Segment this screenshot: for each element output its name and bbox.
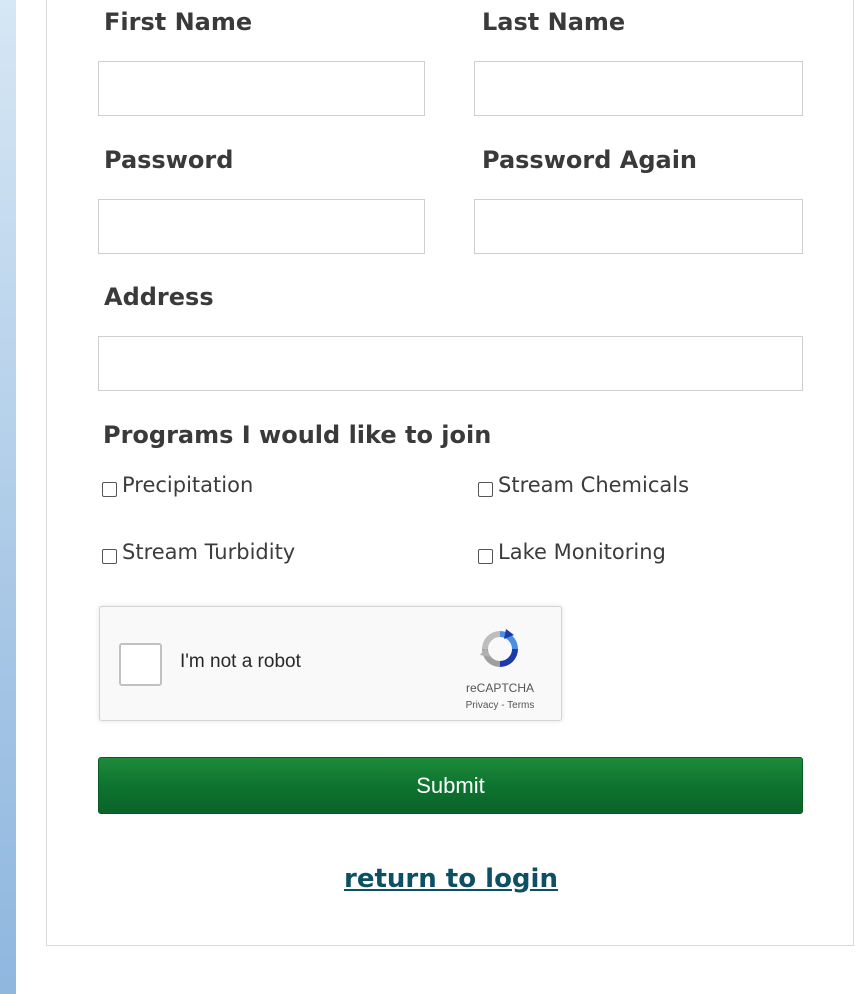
checkbox[interactable]: [478, 481, 493, 497]
recaptcha-checkbox[interactable]: [119, 643, 162, 686]
checkbox[interactable]: [102, 481, 117, 497]
address-label: Address: [104, 283, 214, 311]
checkbox[interactable]: [102, 548, 117, 564]
program-option-label: Stream Chemicals: [498, 473, 690, 497]
submit-button[interactable]: Submit: [98, 757, 803, 814]
password-label: Password: [104, 146, 234, 174]
last-name-input[interactable]: [474, 61, 803, 116]
programs-heading: Programs I would like to join: [103, 421, 492, 449]
recaptcha-label: I'm not a robot: [180, 651, 301, 672]
program-option-stream-turbidity[interactable]: Stream Turbidity: [102, 540, 295, 564]
recaptcha-widget: I'm not a robot reCAPTCHA Privacy - Term…: [99, 606, 562, 721]
program-option-label: Precipitation: [122, 473, 254, 497]
recaptcha-logo-icon: [480, 629, 518, 667]
return-to-login-link[interactable]: return to login: [0, 864, 866, 894]
last-name-label: Last Name: [482, 8, 626, 36]
password-again-input[interactable]: [474, 199, 803, 254]
program-option-label: Lake Monitoring: [498, 540, 666, 564]
checkbox[interactable]: [478, 548, 493, 564]
address-input[interactable]: [98, 336, 803, 391]
recaptcha-brand: reCAPTCHA: [465, 681, 534, 695]
first-name-input[interactable]: [98, 61, 425, 116]
window-edge: [0, 0, 16, 994]
first-name-label: First Name: [104, 8, 253, 36]
program-option-stream-chemicals[interactable]: Stream Chemicals: [478, 473, 689, 497]
recaptcha-privacy-terms-link[interactable]: Privacy - Terms: [440, 700, 560, 711]
program-option-precipitation[interactable]: Precipitation: [102, 473, 253, 497]
program-option-lake-monitoring[interactable]: Lake Monitoring: [478, 540, 666, 564]
program-option-label: Stream Turbidity: [122, 540, 296, 564]
password-input[interactable]: [98, 199, 425, 254]
password-again-label: Password Again: [482, 146, 698, 174]
